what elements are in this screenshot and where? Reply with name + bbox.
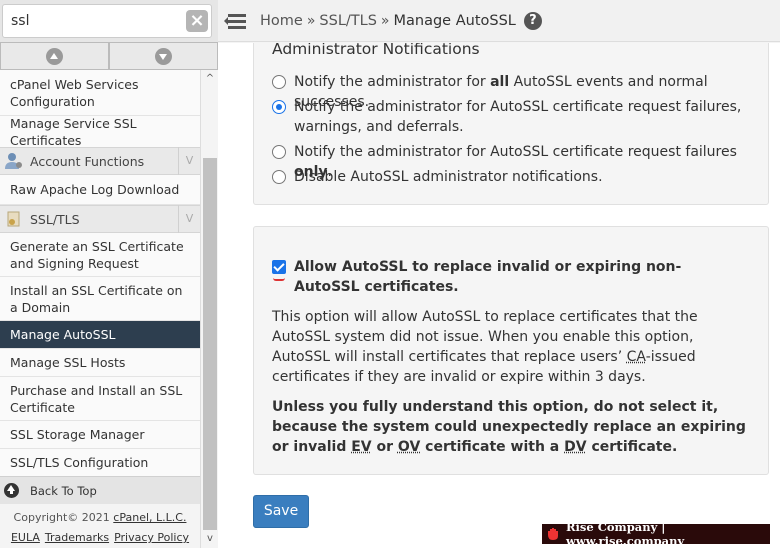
nav-arrows <box>0 42 218 70</box>
replace-description: This option will allow AutoSSL to replac… <box>272 309 698 385</box>
header: Home » SSL/TLS » Manage AutoSSL ? <box>218 0 780 42</box>
radio-notify-failures-only[interactable] <box>272 145 286 159</box>
breadcrumb-ssl-tls[interactable]: SSL/TLS <box>319 13 377 29</box>
watermark-text: Rise Company | www.rise.company <box>566 520 685 548</box>
sidebar-scrollbar[interactable]: ^ v <box>200 70 218 548</box>
disable-notifications-option[interactable]: Disable AutoSSL administrator notificati… <box>272 167 603 187</box>
scroll-up-button[interactable] <box>0 42 109 70</box>
radio-notify-failures-warnings[interactable] <box>272 100 286 114</box>
back-to-top-button[interactable]: Back To Top <box>0 476 200 504</box>
sidebar-item-cpanel-web-services[interactable]: cPanel Web Services Configuration <box>0 70 200 116</box>
privacy-link[interactable]: Privacy Policy <box>114 531 189 544</box>
scroll-thumb[interactable] <box>203 158 217 530</box>
breadcrumb-current: Manage AutoSSL <box>393 12 516 29</box>
chevron-down-icon[interactable]: V <box>178 205 200 233</box>
sidebar-group-label: Account Functions <box>30 153 145 169</box>
sidebar-item-raw-apache-log[interactable]: Raw Apache Log Download <box>0 175 200 205</box>
allow-replace-checkbox[interactable] <box>272 260 286 274</box>
menu-toggle-icon[interactable] <box>224 12 246 30</box>
hand-icon <box>546 527 560 541</box>
scroll-down-arrow-icon[interactable]: v <box>201 532 219 546</box>
option-label: Notify the administrator for AutoSSL cer… <box>294 99 742 135</box>
allow-replace-label: Allow AutoSSL to replace invalid or expi… <box>294 259 682 295</box>
certificate-icon <box>4 210 24 228</box>
user-icon <box>4 152 24 170</box>
sidebar: × cPanel Web Services Configuration Mana… <box>0 0 218 548</box>
main-content: Administrator Notifications Notify the a… <box>218 43 780 548</box>
ca-abbr: CA <box>626 349 646 365</box>
arrow-up-circle-icon <box>4 483 19 498</box>
arrow-down-icon <box>155 47 172 65</box>
allow-replace-option[interactable]: Allow AutoSSL to replace invalid or expi… <box>272 257 742 297</box>
chevron-down-icon[interactable]: V <box>178 147 200 175</box>
sidebar-item-manage-autossl[interactable]: Manage AutoSSL <box>0 321 200 349</box>
search-bar: × <box>0 0 218 42</box>
search-input[interactable] <box>2 4 212 38</box>
breadcrumb-separator: » <box>306 12 316 29</box>
sidebar-group-ssl-tls[interactable]: SSL/TLS V <box>0 205 200 233</box>
copyright-text: Copyright© 2021 <box>13 511 110 524</box>
save-button[interactable]: Save <box>253 495 309 528</box>
back-to-top-label: Back To Top <box>30 483 97 498</box>
replace-warning: Unless you fully understand this option,… <box>272 399 746 455</box>
sidebar-item-manage-ssl-hosts[interactable]: Manage SSL Hosts <box>0 349 200 377</box>
breadcrumb-separator: » <box>380 12 390 29</box>
sidebar-group-label: SSL/TLS <box>30 211 80 227</box>
footer-links: EULA Trademarks Privacy Policy <box>0 531 200 544</box>
option-label: Disable AutoSSL administrator notificati… <box>294 169 603 185</box>
scroll-down-button[interactable] <box>109 42 218 70</box>
notifications-panel: Administrator Notifications Notify the a… <box>253 43 769 205</box>
trademarks-link[interactable]: Trademarks <box>45 531 109 544</box>
cpanel-link[interactable]: cPanel, L.L.C. <box>113 511 186 524</box>
notify-failures-warnings-option[interactable]: Notify the administrator for AutoSSL cer… <box>272 97 742 137</box>
scroll-up-arrow-icon[interactable]: ^ <box>201 72 219 86</box>
sidebar-footer: Copyright© 2021 cPanel, L.L.C. EULA Trad… <box>0 504 200 548</box>
help-icon[interactable]: ? <box>523 11 542 30</box>
watermark: Rise Company | www.rise.company <box>542 520 770 548</box>
ev-abbr: EV <box>351 439 372 455</box>
dv-abbr: DV <box>564 439 587 455</box>
radio-disable-notifications[interactable] <box>272 170 286 184</box>
clear-search-icon[interactable]: × <box>186 10 208 32</box>
sidebar-item-ssl-storage[interactable]: SSL Storage Manager <box>0 421 200 449</box>
annotation-mark <box>273 278 285 281</box>
sidebar-group-account-functions[interactable]: Account Functions V <box>0 147 200 175</box>
breadcrumb-home[interactable]: Home <box>260 13 303 29</box>
sidebar-item-install-ssl[interactable]: Install an SSL Certificate on a Domain <box>0 277 200 321</box>
sidebar-item-purchase-ssl[interactable]: Purchase and Install an SSL Certificate <box>0 377 200 421</box>
copyright: Copyright© 2021 cPanel, L.L.C. <box>0 511 200 524</box>
radio-notify-all[interactable] <box>272 75 286 89</box>
replace-certificates-panel: Allow AutoSSL to replace invalid or expi… <box>253 226 769 475</box>
ov-abbr: OV <box>397 439 421 455</box>
arrow-up-icon <box>46 47 63 65</box>
notifications-title: Administrator Notifications <box>272 43 480 58</box>
sidebar-item-generate-ssl[interactable]: Generate an SSL Certificate and Signing … <box>0 233 200 277</box>
sidebar-item-manage-service-ssl[interactable]: Manage Service SSL Certificates <box>0 116 200 148</box>
eula-link[interactable]: EULA <box>11 531 40 544</box>
sidebar-item-ssl-tls-config[interactable]: SSL/TLS Configuration <box>0 449 200 477</box>
